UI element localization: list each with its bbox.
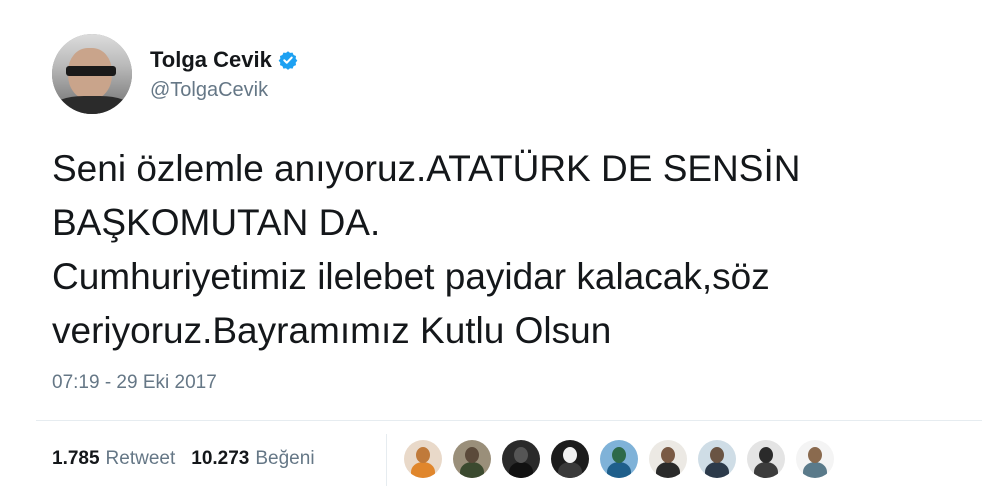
avatar-jacket bbox=[52, 96, 132, 114]
liker-avatar-4[interactable] bbox=[551, 440, 589, 478]
like-count: 10.273 bbox=[191, 448, 250, 469]
liker-avatar-9[interactable] bbox=[796, 440, 834, 478]
like-stat[interactable]: 10.273 Beğeni bbox=[191, 448, 314, 470]
liker-avatar-5[interactable] bbox=[600, 440, 638, 478]
retweet-count: 1.785 bbox=[52, 448, 100, 469]
tweet-text-line: BAŞKOMUTAN DA. bbox=[52, 202, 381, 243]
liker-avatar-8[interactable] bbox=[747, 440, 785, 478]
liker-body bbox=[705, 462, 729, 478]
tweet-text-line: Seni özlemle anıyoruz.ATATÜRK DE SENSİN bbox=[52, 148, 801, 189]
liker-head bbox=[612, 447, 626, 463]
liker-avatar-3[interactable] bbox=[502, 440, 540, 478]
liker-head bbox=[514, 447, 528, 463]
divider bbox=[36, 420, 982, 421]
display-name[interactable]: Tolga Cevik bbox=[150, 47, 272, 73]
liker-head bbox=[710, 447, 724, 463]
user-names: Tolga Cevik @TolgaCevik bbox=[150, 47, 298, 102]
user-avatar[interactable] bbox=[52, 34, 132, 114]
liker-head bbox=[808, 447, 822, 463]
liker-body bbox=[411, 462, 435, 478]
liker-head bbox=[759, 447, 773, 463]
likers-list bbox=[404, 440, 845, 478]
liker-body bbox=[754, 462, 778, 478]
liker-head bbox=[563, 447, 577, 463]
retweet-label: Retweet bbox=[105, 448, 176, 469]
tweet-text-line: veriyoruz.Bayramımız Kutlu Olsun bbox=[52, 310, 612, 351]
tweet-header: Tolga Cevik @TolgaCevik bbox=[52, 34, 298, 114]
display-name-row: Tolga Cevik bbox=[150, 47, 298, 73]
liker-avatar-6[interactable] bbox=[649, 440, 687, 478]
liker-avatar-2[interactable] bbox=[453, 440, 491, 478]
tweet-card: Tolga Cevik @TolgaCevik Seni özlemle anı… bbox=[0, 0, 996, 498]
liker-head bbox=[416, 447, 430, 463]
retweet-stat[interactable]: 1.785 Retweet bbox=[52, 448, 175, 470]
liker-body bbox=[803, 462, 827, 478]
liker-avatar-1[interactable] bbox=[404, 440, 442, 478]
user-handle[interactable]: @TolgaCevik bbox=[150, 79, 298, 102]
liker-body bbox=[656, 462, 680, 478]
liker-head bbox=[465, 447, 479, 463]
liker-body bbox=[607, 462, 631, 478]
verified-badge-icon bbox=[278, 50, 298, 70]
liker-head bbox=[661, 447, 675, 463]
like-label: Beğeni bbox=[255, 448, 315, 469]
tweet-timestamp[interactable]: 07:19 - 29 Eki 2017 bbox=[52, 372, 217, 394]
tweet-text: Seni özlemle anıyoruz.ATATÜRK DE SENSİN … bbox=[52, 142, 972, 358]
avatar-sunglasses bbox=[66, 66, 116, 76]
liker-body bbox=[509, 462, 533, 478]
liker-avatar-7[interactable] bbox=[698, 440, 736, 478]
stats-separator bbox=[386, 434, 387, 486]
tweet-text-line: Cumhuriyetimiz ilelebet payidar kalacak,… bbox=[52, 256, 770, 297]
liker-body bbox=[460, 462, 484, 478]
tweet-stats: 1.785 Retweet 10.273 Beğeni bbox=[52, 448, 315, 470]
liker-body bbox=[558, 462, 582, 478]
